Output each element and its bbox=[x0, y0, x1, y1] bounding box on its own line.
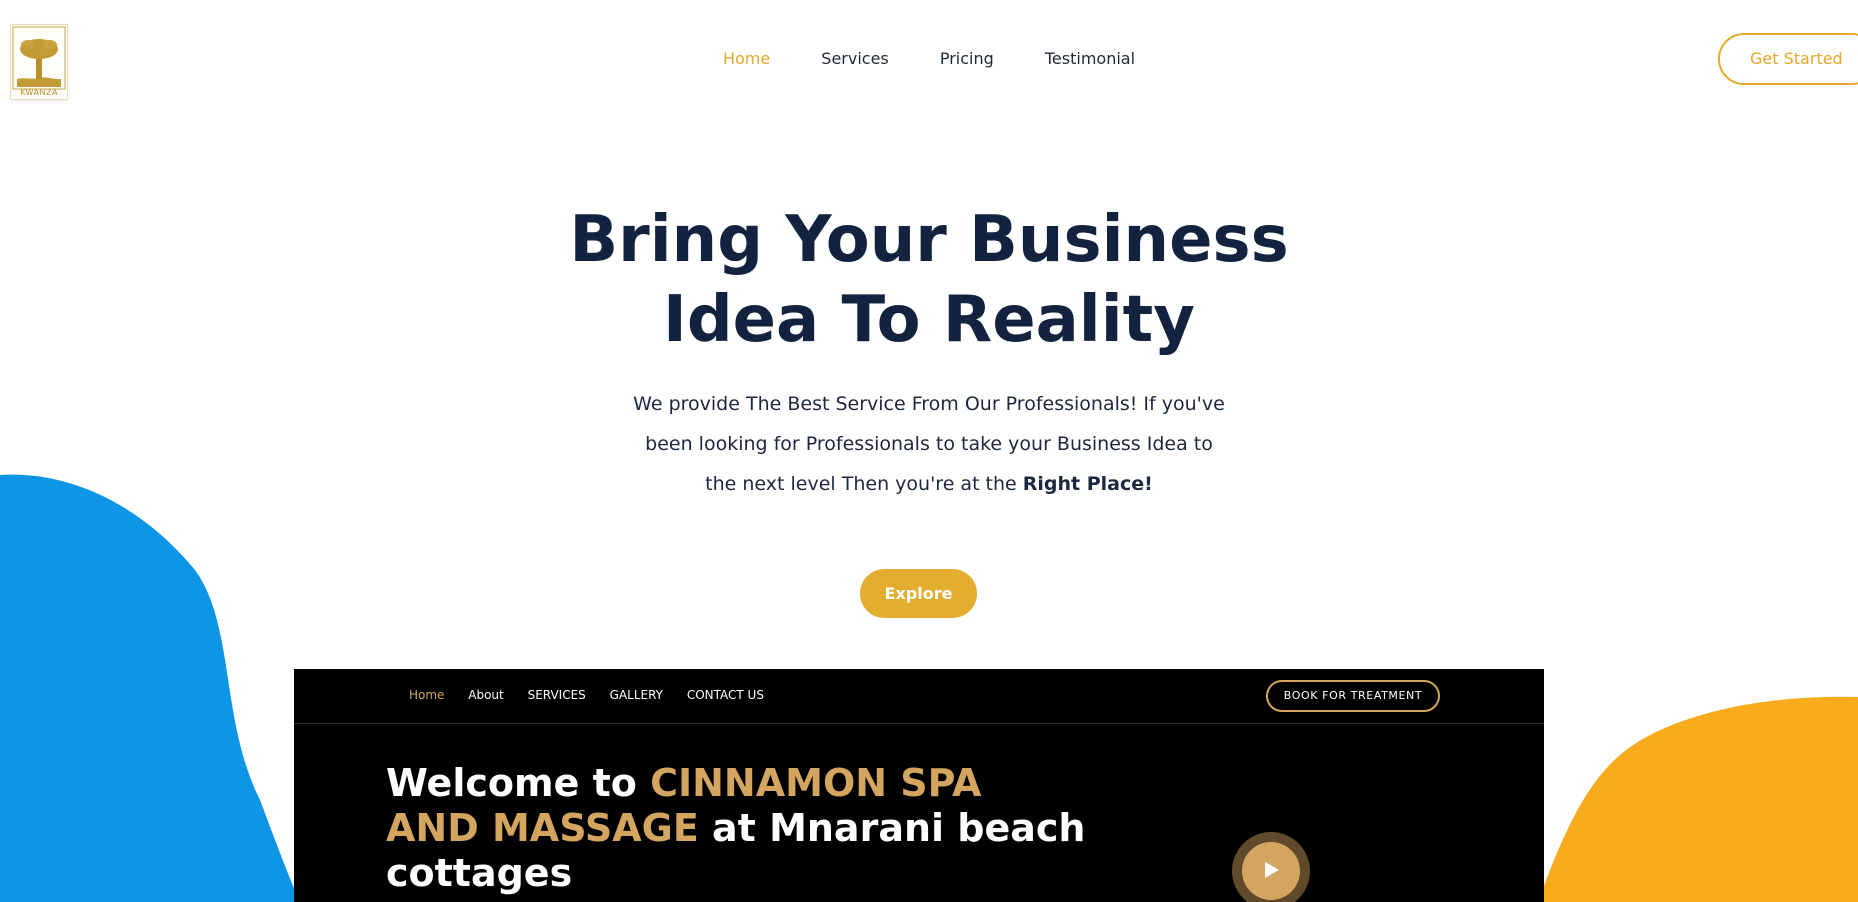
hero-title-line1: Bring Your Business bbox=[569, 203, 1289, 277]
hero-title: Bring Your Business Idea To Reality bbox=[0, 200, 1858, 360]
spa-heading-part1: Welcome to bbox=[386, 761, 651, 805]
main-nav: Home Services Pricing Testimonial bbox=[0, 48, 1858, 70]
hero-title-line2: Idea To Reality bbox=[663, 283, 1195, 357]
spa-nav-gallery[interactable]: GALLERY bbox=[610, 688, 663, 702]
nav-services[interactable]: Services bbox=[821, 48, 888, 70]
blue-blob-decoration bbox=[0, 474, 300, 902]
spa-website-preview: Home About SERVICES GALLERY CONTACT US B… bbox=[294, 669, 1544, 902]
play-video-button[interactable] bbox=[1232, 832, 1310, 902]
nav-pricing[interactable]: Pricing bbox=[940, 48, 994, 70]
spa-nav-about[interactable]: About bbox=[468, 688, 503, 702]
play-button-circle bbox=[1242, 842, 1300, 900]
hero-description-emphasis: Right Place! bbox=[1022, 473, 1153, 495]
logo-text: KWANZA bbox=[20, 88, 58, 97]
book-for-treatment-button[interactable]: BOOK FOR TREATMENT bbox=[1266, 680, 1440, 712]
play-icon bbox=[1265, 862, 1279, 878]
spa-nav-links: Home About SERVICES GALLERY CONTACT US bbox=[409, 688, 784, 702]
nav-home[interactable]: Home bbox=[723, 48, 770, 70]
spa-welcome-heading: Welcome to CINNAMON SPA AND MASSAGE at M… bbox=[386, 761, 1086, 896]
spa-nav-bar: Home About SERVICES GALLERY CONTACT US B… bbox=[294, 669, 1544, 724]
nav-testimonial[interactable]: Testimonial bbox=[1045, 48, 1135, 70]
spa-nav-services[interactable]: SERVICES bbox=[528, 688, 586, 702]
spa-nav-contact[interactable]: CONTACT US bbox=[687, 688, 764, 702]
hero-description: We provide The Best Service From Our Pro… bbox=[629, 384, 1229, 504]
get-started-button[interactable]: Get Started bbox=[1718, 33, 1858, 85]
orange-blob-decoration bbox=[1538, 696, 1858, 902]
explore-button[interactable]: Explore bbox=[860, 569, 977, 618]
spa-nav-home[interactable]: Home bbox=[409, 688, 444, 702]
